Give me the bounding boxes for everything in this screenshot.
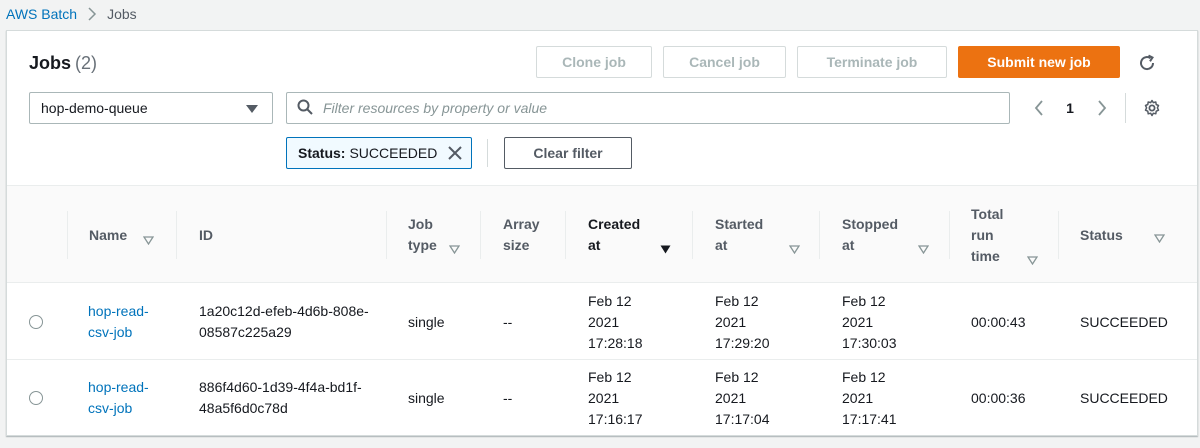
stopped-at: Feb 12 2021 17:30:03: [842, 292, 897, 351]
job-type: single: [408, 389, 445, 406]
filter-token-key: Status:: [298, 145, 346, 161]
sort-triangle-icon: [1026, 252, 1039, 268]
column-separator: [176, 211, 177, 259]
chevron-right-icon: [87, 7, 97, 21]
close-icon[interactable]: [447, 145, 463, 164]
column-separator: [819, 211, 820, 259]
cancel-job-button[interactable]: Cancel job: [663, 46, 786, 78]
created-at: Feb 12 2021 17:16:17: [588, 368, 643, 427]
filter-search-box[interactable]: [286, 92, 1010, 124]
column-header-name-label: Name: [89, 226, 128, 243]
terminate-job-button[interactable]: Terminate job: [797, 46, 947, 78]
job-queue-select-value: hop-demo-queue: [41, 100, 148, 116]
job-id: 1a20c12d-efeb-4d6b-808e-08587c225a29: [199, 303, 369, 340]
jobs-title-text: Jobs: [29, 53, 72, 73]
refresh-icon[interactable]: [1135, 51, 1159, 75]
job-type: single: [408, 313, 445, 330]
job-name-link[interactable]: hop-read-csv-job: [88, 284, 160, 360]
previous-page-icon[interactable]: [1029, 98, 1049, 118]
column-header-job-type-label: Job type: [408, 216, 437, 253]
column-separator: [480, 211, 481, 259]
breadcrumb-current: Jobs: [107, 6, 137, 22]
row-select-radio[interactable]: [29, 391, 43, 405]
column-separator: [67, 211, 68, 259]
array-size: --: [503, 313, 513, 330]
table-row[interactable]: hop-read-csv-job 886f4d60-1d39-4f4a-bd1f…: [7, 360, 1197, 436]
table-header: Name ID Job type Array size Created at S…: [7, 185, 1197, 283]
column-separator: [1058, 211, 1059, 259]
status-text: SUCCEEDED: [1080, 313, 1168, 330]
column-separator: [565, 211, 566, 259]
column-header-status[interactable]: Status: [1080, 186, 1140, 284]
column-header-array-size[interactable]: Array size: [503, 186, 553, 284]
column-header-total-run-time[interactable]: Total run time: [971, 186, 1015, 284]
breadcrumb: AWS Batch Jobs: [6, 3, 137, 25]
status-filter-token: Status: SUCCEEDED: [286, 137, 472, 169]
pager-divider: [1125, 93, 1126, 123]
column-header-job-type[interactable]: Job type: [408, 186, 453, 284]
table-row[interactable]: hop-read-csv-job 1a20c12d-efeb-4d6b-808e…: [7, 284, 1197, 360]
gear-icon[interactable]: [1141, 97, 1163, 119]
filter-search-input[interactable]: [323, 100, 983, 116]
created-at: Feb 12 2021 17:28:18: [588, 292, 643, 351]
total-run-time: 00:00:43: [971, 313, 1026, 330]
search-icon: [297, 99, 313, 118]
column-header-started-at[interactable]: Started at: [715, 186, 775, 284]
job-name-link[interactable]: hop-read-csv-job: [88, 360, 160, 436]
clone-job-button[interactable]: Clone job: [536, 46, 652, 78]
breadcrumb-aws-batch-link[interactable]: AWS Batch: [6, 6, 77, 22]
jobs-panel: Jobs (2) Clone job Cancel job Terminate j…: [6, 30, 1198, 436]
array-size: --: [503, 389, 513, 406]
page-title: Jobs (2): [29, 53, 97, 74]
job-id: 886f4d60-1d39-4f4a-bd1f-48a5f6d0c78d: [199, 379, 362, 416]
started-at: Feb 12 2021 17:17:04: [715, 368, 770, 427]
next-page-icon[interactable]: [1092, 98, 1112, 118]
column-separator: [692, 211, 693, 259]
row-select-radio[interactable]: [29, 315, 43, 329]
sort-triangle-icon: [788, 241, 801, 257]
sort-triangle-icon: [448, 241, 461, 257]
column-header-created-at[interactable]: Created at: [588, 186, 648, 284]
column-separator: [949, 211, 950, 259]
started-at: Feb 12 2021 17:29:20: [715, 292, 770, 351]
jobs-count: (2): [75, 53, 98, 73]
total-run-time: 00:00:36: [971, 389, 1026, 406]
sort-triangle-icon: [1153, 230, 1166, 246]
status-text: SUCCEEDED: [1080, 389, 1168, 406]
column-header-id[interactable]: ID: [199, 186, 259, 284]
sort-triangle-icon: [142, 230, 155, 251]
column-separator: [386, 211, 387, 259]
sort-triangle-icon: [917, 241, 930, 257]
current-page-number[interactable]: 1: [1062, 98, 1078, 118]
token-divider: [487, 139, 488, 167]
column-header-name[interactable]: Name: [89, 186, 159, 284]
sort-descending-icon: [660, 241, 671, 257]
stopped-at: Feb 12 2021 17:17:41: [842, 368, 897, 427]
submit-new-job-button[interactable]: Submit new job: [958, 46, 1120, 78]
column-header-stopped-at[interactable]: Stopped at: [842, 186, 906, 284]
filter-token-value: SUCCEEDED: [349, 145, 438, 161]
clear-filter-button[interactable]: Clear filter: [504, 137, 632, 169]
caret-down-icon: [246, 105, 258, 113]
job-queue-select[interactable]: hop-demo-queue: [29, 92, 273, 124]
